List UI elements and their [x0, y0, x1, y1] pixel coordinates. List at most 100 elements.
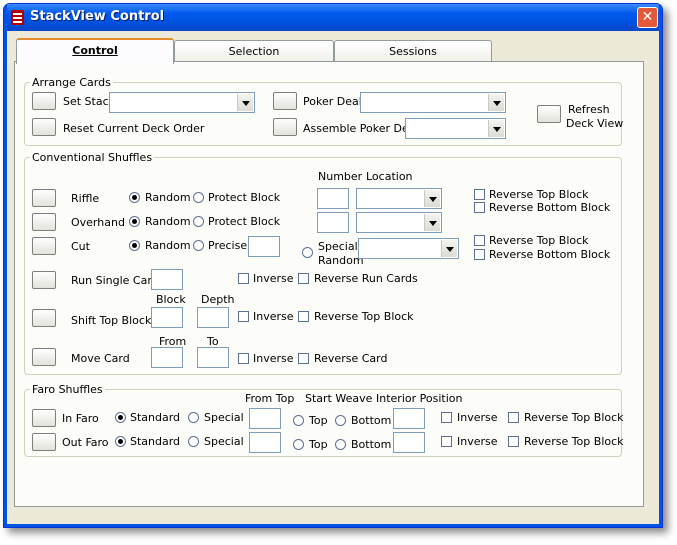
out-faro-reverse-top-block-checkbox[interactable] [508, 436, 519, 447]
shift-inverse-checkbox[interactable] [238, 311, 249, 322]
set-stack-label: Set Stack [63, 95, 116, 108]
cut-random-radio[interactable] [129, 240, 140, 251]
shift-block-input[interactable] [151, 307, 183, 328]
riffle-button[interactable] [32, 189, 56, 207]
tab-selection[interactable]: Selection [174, 40, 334, 62]
run-single-cards-input[interactable] [151, 269, 183, 290]
out-faro-standard-radio[interactable] [115, 436, 126, 447]
shift-reverse-top-block-checkbox[interactable] [298, 311, 309, 322]
riffle-number-input[interactable] [317, 188, 349, 209]
set-stack-button[interactable] [32, 92, 56, 110]
faro-shuffles-label: Faro Shuffles [30, 383, 105, 396]
overhand-label: Overhand [71, 216, 125, 229]
out-faro-top-radio[interactable] [293, 439, 304, 450]
from-top-header: From Top [245, 392, 295, 405]
overhand-protect-block-radio[interactable] [193, 216, 204, 227]
assemble-poker-deal-button[interactable] [273, 118, 297, 136]
refresh-deck-view-button[interactable] [537, 105, 561, 123]
in-faro-from-top-input[interactable] [249, 408, 281, 429]
riffle-protect-block-label: Protect Block [208, 191, 281, 204]
chevron-down-icon[interactable] [424, 190, 440, 207]
shift-top-block-button[interactable] [32, 309, 56, 327]
in-faro-reverse-top-block-label: Reverse Top Block [524, 411, 624, 424]
riffle-protect-block-radio[interactable] [193, 192, 204, 203]
in-faro-top-label: Top [309, 414, 328, 427]
in-faro-button[interactable] [32, 409, 56, 427]
in-faro-standard-label: Standard [130, 411, 181, 424]
overhand-random-radio[interactable] [129, 216, 140, 227]
run-single-cards-button[interactable] [32, 271, 56, 289]
reset-deck-button[interactable] [32, 118, 56, 136]
set-stack-combo[interactable] [109, 92, 255, 113]
overhand-location-combo[interactable] [356, 212, 442, 233]
chevron-down-icon[interactable] [441, 240, 457, 257]
chevron-down-icon[interactable] [488, 94, 504, 111]
reverse-card-checkbox[interactable] [298, 353, 309, 364]
out-faro-bottom-label: Bottom [351, 438, 392, 451]
out-faro-from-top-input[interactable] [249, 432, 281, 453]
riffle-reverse-top-block-checkbox[interactable] [474, 189, 485, 200]
location-header: Location [366, 170, 413, 183]
move-from-input[interactable] [151, 347, 183, 368]
shift-depth-input[interactable] [197, 307, 229, 328]
chevron-down-icon[interactable] [424, 214, 440, 231]
out-faro-special-radio[interactable] [188, 436, 199, 447]
poker-deal-combo[interactable] [360, 92, 506, 113]
riffle-location-combo[interactable] [356, 188, 442, 209]
overhand-number-input[interactable] [317, 212, 349, 233]
chevron-down-icon[interactable] [488, 120, 504, 137]
riffle-reverse-bottom-block-checkbox[interactable] [474, 202, 485, 213]
reverse-run-cards-checkbox[interactable] [298, 273, 309, 284]
tab-control-label: Control [72, 44, 118, 57]
in-faro-top-radio[interactable] [293, 415, 304, 426]
out-faro-top-label: Top [309, 438, 328, 451]
close-button[interactable]: ✕ [637, 7, 658, 28]
cut-precise-radio[interactable] [193, 240, 204, 251]
cut-random-label: Random [145, 239, 191, 252]
out-faro-interior-input[interactable] [393, 432, 425, 453]
riffle-reverse-bottom-block-label: Reverse Bottom Block [489, 201, 611, 214]
interior-position-header: Interior Position [376, 392, 463, 405]
out-faro-button[interactable] [32, 433, 56, 451]
riffle-reverse-top-block-label: Reverse Top Block [489, 188, 589, 201]
out-faro-bottom-radio[interactable] [335, 439, 346, 450]
cut-reverse-bottom-block-checkbox[interactable] [474, 249, 485, 260]
cut-label: Cut [71, 240, 90, 253]
title-bar[interactable]: StackView Control ✕ [4, 4, 662, 31]
shift-reverse-top-block-label: Reverse Top Block [314, 310, 414, 323]
riffle-random-radio[interactable] [129, 192, 140, 203]
cut-precise-input[interactable] [248, 236, 280, 257]
in-faro-reverse-top-block-checkbox[interactable] [508, 412, 519, 423]
poker-deal-button[interactable] [273, 92, 297, 110]
cut-reverse-top-block-label: Reverse Top Block [489, 234, 589, 247]
tab-sessions[interactable]: Sessions [334, 40, 492, 62]
tab-control[interactable]: Control [16, 38, 174, 64]
out-faro-inverse-checkbox[interactable] [441, 436, 452, 447]
out-faro-special-label: Special [204, 435, 244, 448]
cut-button[interactable] [32, 237, 56, 255]
tab-sessions-label: Sessions [389, 45, 437, 58]
in-faro-special-radio[interactable] [188, 412, 199, 423]
out-faro-inverse-label: Inverse [457, 435, 498, 448]
poker-deal-label: Poker Deal [303, 95, 362, 108]
overhand-button[interactable] [32, 213, 56, 231]
cut-reverse-top-block-checkbox[interactable] [474, 235, 485, 246]
move-inverse-checkbox[interactable] [238, 353, 249, 364]
out-faro-reverse-top-block-label: Reverse Top Block [524, 435, 624, 448]
riffle-label: Riffle [71, 192, 100, 205]
arrange-cards-label: Arrange Cards [30, 76, 113, 89]
run-inverse-checkbox[interactable] [238, 273, 249, 284]
cut-special-random-radio[interactable] [302, 247, 313, 258]
in-faro-interior-input[interactable] [393, 408, 425, 429]
move-to-input[interactable] [197, 347, 229, 368]
out-faro-label: Out Faro [62, 436, 109, 449]
in-faro-inverse-checkbox[interactable] [441, 412, 452, 423]
in-faro-standard-radio[interactable] [115, 412, 126, 423]
assemble-poker-deal-combo[interactable] [405, 118, 506, 139]
run-inverse-label: Inverse [253, 272, 294, 285]
window-title: StackView Control [30, 9, 165, 24]
chevron-down-icon[interactable] [237, 94, 253, 111]
cut-location-combo[interactable] [358, 238, 459, 259]
move-card-button[interactable] [32, 348, 56, 366]
in-faro-bottom-radio[interactable] [335, 415, 346, 426]
